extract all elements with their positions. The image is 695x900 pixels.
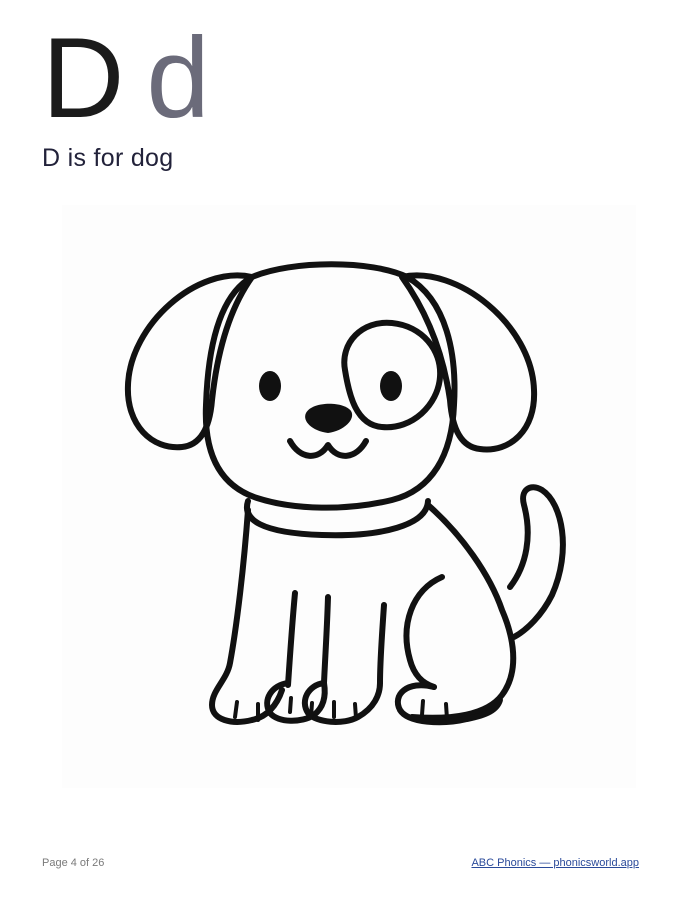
uppercase-letter: D [42, 15, 125, 142]
dog-right-eye [380, 371, 402, 401]
dog-front-paw-right [301, 680, 383, 725]
dog-front-leg-inner-right [377, 602, 387, 686]
dog-illustration [62, 205, 636, 788]
dog-left-ear [124, 272, 255, 451]
page-indicator: Page 4 of 26 [42, 857, 105, 869]
dog-nose [305, 403, 353, 433]
footer-website-link[interactable]: ABC Phonics — phonicsworld.app [471, 857, 639, 869]
lowercase-letter: d [146, 15, 210, 142]
dog-left-eye [259, 371, 281, 401]
dog-drawing-svg [124, 261, 566, 726]
dog-right-ear [399, 272, 538, 453]
letter-heading: Dd [42, 22, 210, 136]
dog-mouth [287, 438, 369, 459]
phrase-subtitle: D is for dog [42, 144, 174, 172]
page: { "header": { "letter_upper": "D", "lett… [0, 0, 695, 900]
dog-hind-leg [403, 574, 445, 690]
dog-tail [507, 484, 566, 640]
dog-front-leg-left [285, 590, 298, 688]
dog-front-leg-inner-left [321, 594, 331, 686]
